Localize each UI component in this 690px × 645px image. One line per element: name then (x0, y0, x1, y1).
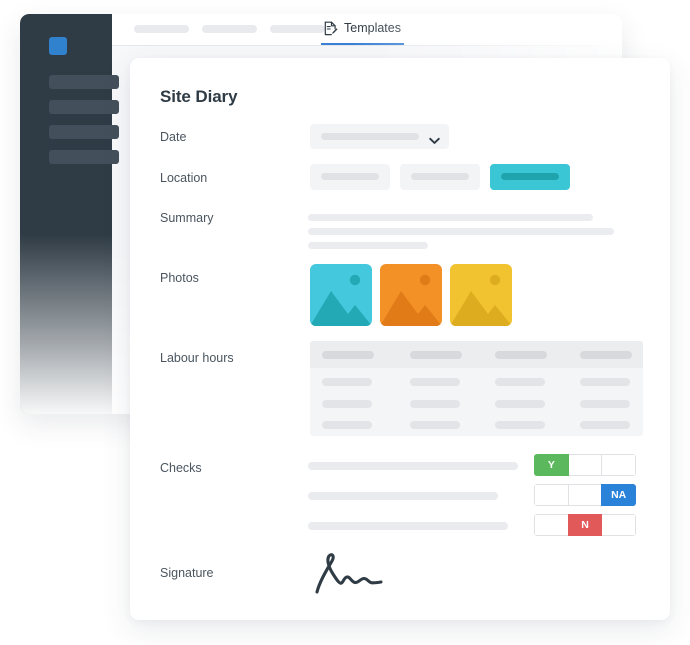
location-chip-1-bar (321, 173, 379, 180)
table-header-cell (580, 351, 632, 359)
location-chip-2-bar (411, 173, 469, 180)
date-select-value (321, 133, 419, 140)
tab-placeholder-2[interactable] (202, 25, 257, 33)
field-label-summary: Summary (160, 211, 214, 225)
app-logo-square[interactable] (49, 37, 67, 55)
tab-placeholder-3[interactable] (270, 25, 325, 33)
location-chip-3-bar (501, 173, 559, 180)
image-placeholder-icon (380, 274, 442, 326)
location-chip-3-selected[interactable] (490, 164, 570, 190)
sidebar-item-placeholder-3[interactable] (49, 125, 119, 139)
photo-thumbnail-1[interactable] (310, 264, 372, 326)
table-row-cell (322, 421, 372, 429)
tab-templates[interactable]: Templates (321, 14, 404, 45)
check-row-3-bar (308, 522, 508, 530)
check-row-2-bar (308, 492, 498, 500)
field-label-location: Location (160, 171, 208, 185)
location-chip-2[interactable] (400, 164, 480, 190)
tab-placeholder-1[interactable] (134, 25, 189, 33)
check-row-2-toggle-group[interactable]: Y N NA (534, 484, 636, 506)
table-row-cell (495, 400, 545, 408)
check-row-3-option-na[interactable]: NA (601, 514, 636, 536)
tab-templates-label: Templates (344, 20, 401, 35)
table-header-cell (322, 351, 374, 359)
labour-hours-table (310, 341, 643, 436)
image-placeholder-icon (450, 274, 512, 326)
check-row-3-toggle-group[interactable]: Y N NA (534, 514, 636, 536)
field-label-labour-hours: Labour hours (160, 351, 234, 365)
check-row-2-option-na[interactable]: NA (601, 484, 636, 506)
check-row-1-option-n[interactable]: N (567, 454, 603, 476)
document-edit-icon (324, 21, 338, 36)
field-label-photos: Photos (160, 271, 199, 285)
table-row-cell (322, 400, 372, 408)
check-row-3-option-n[interactable]: N (567, 514, 603, 536)
sidebar (20, 14, 119, 414)
screenshot-stage: Templates Site Diary Date Location Summa… (0, 0, 690, 645)
sidebar-item-placeholder-2[interactable] (49, 100, 119, 114)
check-row-1-option-na[interactable]: NA (601, 454, 636, 476)
summary-line-2 (308, 228, 614, 235)
check-row-1-bar (308, 462, 518, 470)
table-row-cell (580, 378, 630, 386)
table-row-cell (580, 421, 630, 429)
table-row-cell (410, 421, 460, 429)
check-row-1-toggle-group[interactable]: Y N NA (534, 454, 636, 476)
image-placeholder-icon (310, 274, 372, 326)
summary-line-3 (308, 242, 428, 249)
check-row-3-option-y[interactable]: Y (534, 514, 569, 536)
table-row-cell (495, 378, 545, 386)
sidebar-item-placeholder-1[interactable] (49, 75, 119, 89)
chevron-down-icon (429, 132, 440, 150)
field-label-signature: Signature (160, 566, 214, 580)
field-label-date: Date (160, 130, 187, 144)
table-row-cell (410, 400, 460, 408)
date-select[interactable] (310, 124, 449, 149)
check-row-2-option-n[interactable]: N (567, 484, 603, 506)
photo-thumbnail-2[interactable] (380, 264, 442, 326)
page-title: Site Diary (160, 87, 238, 106)
summary-line-1 (308, 214, 593, 221)
table-header-cell (410, 351, 462, 359)
table-row-cell (322, 378, 372, 386)
tab-bar: Templates (112, 14, 622, 46)
location-chip-1[interactable] (310, 164, 390, 190)
check-row-1-option-y[interactable]: Y (534, 454, 569, 476)
site-diary-form-card: Site Diary Date Location Summary Photos … (130, 58, 670, 620)
table-row-cell (580, 400, 630, 408)
check-row-2-option-y[interactable]: Y (534, 484, 569, 506)
table-row-cell (495, 421, 545, 429)
table-header-cell (495, 351, 547, 359)
photo-thumbnail-3[interactable] (450, 264, 512, 326)
handwritten-signature-mark[interactable] (308, 552, 388, 599)
sidebar-item-placeholder-4[interactable] (49, 150, 119, 164)
field-label-checks: Checks (160, 461, 202, 475)
table-row-cell (410, 378, 460, 386)
